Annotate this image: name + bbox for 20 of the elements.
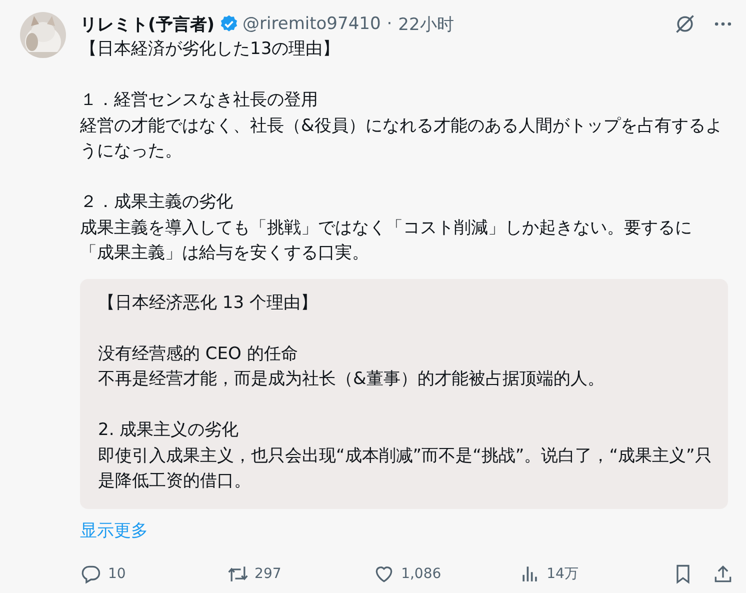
translated-text: 即使引入成果主义，也只会出现“成本削减”而不是“挑战”。说白了，“成果主义”只是降低工资的借口。: [98, 444, 712, 493]
post-text: 経営の才能ではなく、社長（&役員）になれる才能のある人間がトップを占有するようになった。: [80, 114, 724, 163]
post-text: 成果主義を導入しても「挑戦」ではなく「コスト削減」しか起きない。要するに「成果主義」は給与を安くする口実。: [80, 216, 693, 265]
action-count: 1,086: [401, 566, 442, 582]
post-text: 【日本経済が劣化した13の理由】: [80, 38, 341, 61]
post-time[interactable]: 22小时: [398, 12, 454, 36]
translated-text: 【日本经济恶化 13 个理由】: [98, 292, 318, 314]
slashed-circle-icon[interactable]: [674, 13, 696, 35]
post-text: １．経営センスなき社長の登用: [80, 89, 319, 112]
translated-text: 没有经营感的 CEO 的任命: [98, 342, 299, 366]
action-count: 14万: [546, 564, 578, 582]
translated-text: 2. 成果主义の劣化: [98, 419, 240, 442]
author-handle[interactable]: @riremito97410: [242, 14, 381, 34]
action-count: 297: [254, 566, 282, 582]
post-text: ２．成果主義の劣化: [80, 191, 234, 214]
action-count: 10: [108, 566, 126, 582]
separator: ·: [386, 14, 392, 34]
share-icon[interactable]: [712, 562, 734, 584]
author-name[interactable]: リレミト(予言者): [80, 12, 215, 36]
translated-text: 不再是经营才能，而是成为社长（&董事）的才能被占据顶端的人。: [98, 368, 606, 391]
